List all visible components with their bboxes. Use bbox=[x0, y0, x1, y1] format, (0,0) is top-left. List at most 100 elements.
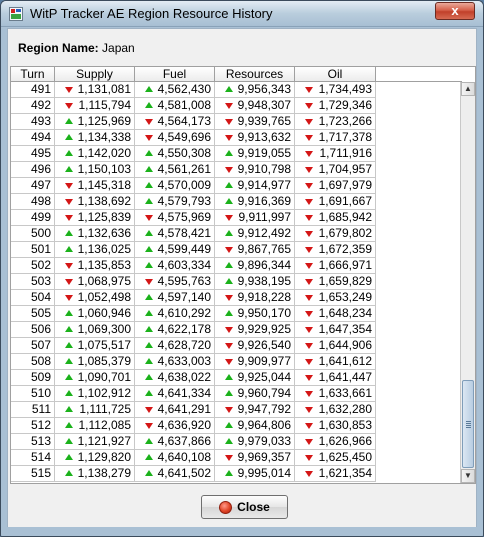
table-row[interactable]: 511 1,111,725 4,641,291 9,947,792 1,632,280 bbox=[11, 402, 376, 418]
column-header-turn[interactable]: Turn bbox=[11, 67, 55, 82]
table-row[interactable]: 508 1,085,379 4,633,003 9,909,977 1,641,612 bbox=[11, 354, 376, 370]
table-row[interactable]: 497 1,145,318 4,570,009 9,914,977 1,697,979 bbox=[11, 178, 376, 194]
down-arrow-icon bbox=[305, 247, 313, 253]
table-row[interactable]: 505 1,060,946 4,610,292 9,950,170 1,648,234 bbox=[11, 306, 376, 322]
cell-turn: 514 bbox=[11, 450, 55, 466]
down-arrow-icon bbox=[225, 247, 233, 253]
table-row[interactable]: 503 1,068,975 4,595,763 9,938,195 1,659,829 bbox=[11, 274, 376, 290]
cell-turn-value: 505 bbox=[30, 306, 51, 320]
cell-supply: 1,125,839 bbox=[55, 210, 135, 226]
cell-fuel-value: 4,641,334 bbox=[157, 386, 211, 400]
down-arrow-icon bbox=[65, 295, 73, 301]
table-row[interactable]: 493 1,125,969 4,564,173 9,939,765 1,723,266 bbox=[11, 114, 376, 130]
cell-turn-value: 513 bbox=[30, 434, 51, 448]
vertical-scrollbar[interactable]: ▲ ▼ bbox=[460, 82, 475, 483]
table-row[interactable]: 494 1,134,338 4,549,696 9,913,632 1,717,378 bbox=[11, 130, 376, 146]
table-row[interactable]: 512 1,112,085 4,636,920 9,964,806 1,630,853 bbox=[11, 418, 376, 434]
table-row[interactable]: 506 1,069,300 4,622,178 9,929,925 1,647,354 bbox=[11, 322, 376, 338]
cell-resources: 9,909,977 bbox=[215, 354, 295, 370]
scroll-up-button[interactable]: ▲ bbox=[461, 82, 475, 96]
cell-supply-value: 1,111,725 bbox=[79, 402, 131, 416]
column-header-resources[interactable]: Resources bbox=[215, 67, 295, 82]
up-arrow-icon bbox=[65, 118, 73, 124]
down-arrow-icon bbox=[65, 87, 73, 93]
cell-fuel-value: 4,581,008 bbox=[157, 98, 211, 112]
cell-turn-value: 496 bbox=[30, 162, 51, 176]
table-row[interactable]: 499 1,125,839 4,575,969 9,911,997 1,685,942 bbox=[11, 210, 376, 226]
cell-resources: 9,910,798 bbox=[215, 162, 295, 178]
cell-oil: 1,653,249 bbox=[295, 290, 376, 306]
down-arrow-icon bbox=[305, 359, 313, 365]
column-header-supply[interactable]: Supply bbox=[55, 67, 135, 82]
cell-oil-value: 1,666,971 bbox=[318, 258, 372, 272]
header-filler bbox=[376, 67, 462, 82]
table-row[interactable]: 491 1,131,081 4,562,430 9,956,343 1,734,493 bbox=[11, 82, 376, 98]
table-row[interactable]: 509 1,090,701 4,638,022 9,925,044 1,641,447 bbox=[11, 370, 376, 386]
cell-resources-value: 9,912,492 bbox=[237, 226, 291, 240]
down-arrow-icon bbox=[145, 423, 153, 429]
down-arrow-icon bbox=[225, 455, 233, 461]
cell-oil: 1,704,957 bbox=[295, 162, 376, 178]
cell-resources: 9,896,344 bbox=[215, 258, 295, 274]
cell-turn-value: 491 bbox=[30, 82, 51, 96]
cell-fuel: 4,570,009 bbox=[135, 178, 215, 194]
cell-turn: 496 bbox=[11, 162, 55, 178]
table-row[interactable]: 507 1,075,517 4,628,720 9,926,540 1,644,906 bbox=[11, 338, 376, 354]
up-arrow-icon bbox=[145, 390, 153, 396]
cell-resources-value: 9,950,170 bbox=[237, 306, 291, 320]
table-row[interactable]: 513 1,121,927 4,637,866 9,979,033 1,626,966 bbox=[11, 434, 376, 450]
cell-fuel-value: 4,595,763 bbox=[157, 274, 211, 288]
cell-supply: 1,135,853 bbox=[55, 258, 135, 274]
cell-turn: 505 bbox=[11, 306, 55, 322]
up-arrow-icon bbox=[225, 198, 233, 204]
cell-supply-value: 1,068,975 bbox=[77, 274, 131, 288]
cell-turn: 513 bbox=[11, 434, 55, 450]
window-close-button[interactable]: x bbox=[435, 2, 475, 20]
cell-oil-value: 1,685,942 bbox=[318, 210, 372, 224]
table-row[interactable]: 504 1,052,498 4,597,140 9,918,228 1,653,249 bbox=[11, 290, 376, 306]
cell-oil: 1,621,354 bbox=[295, 466, 376, 482]
table-row[interactable]: 510 1,102,912 4,641,334 9,960,794 1,633,661 bbox=[11, 386, 376, 402]
table-row[interactable]: 500 1,132,636 4,578,421 9,912,492 1,679,802 bbox=[11, 226, 376, 242]
cell-supply-value: 1,085,379 bbox=[77, 354, 131, 368]
cell-supply-value: 1,131,081 bbox=[77, 82, 131, 96]
table-row[interactable]: 495 1,142,020 4,550,308 9,919,055 1,711,916 bbox=[11, 146, 376, 162]
table-row[interactable]: 492 1,115,794 4,581,008 9,948,307 1,729,346 bbox=[11, 98, 376, 114]
cell-oil: 1,734,493 bbox=[295, 82, 376, 98]
cell-turn-value: 514 bbox=[30, 450, 51, 464]
scroll-thumb[interactable] bbox=[462, 380, 474, 468]
down-arrow-icon bbox=[65, 183, 73, 189]
cell-supply-value: 1,102,912 bbox=[77, 386, 131, 400]
table-row[interactable]: 502 1,135,853 4,603,334 9,896,344 1,666,971 bbox=[11, 258, 376, 274]
column-header-fuel[interactable]: Fuel bbox=[135, 67, 215, 82]
cell-supply: 1,121,927 bbox=[55, 434, 135, 450]
table-row[interactable]: 498 1,138,692 4,579,793 9,916,369 1,691,667 bbox=[11, 194, 376, 210]
up-arrow-icon bbox=[225, 278, 233, 284]
cell-fuel-value: 4,579,793 bbox=[157, 194, 211, 208]
down-arrow-icon bbox=[305, 151, 313, 157]
close-button[interactable]: Close bbox=[201, 495, 288, 519]
cell-turn-value: 510 bbox=[30, 386, 51, 400]
window-title: WitP Tracker AE Region Resource History bbox=[30, 6, 273, 21]
cell-oil: 1,644,906 bbox=[295, 338, 376, 354]
cell-supply: 1,075,517 bbox=[55, 338, 135, 354]
column-header-oil[interactable]: Oil bbox=[295, 67, 376, 82]
cell-turn-value: 507 bbox=[30, 338, 51, 352]
table-row[interactable]: 515 1,138,279 4,641,502 9,995,014 1,621,354 bbox=[11, 466, 376, 482]
cell-oil: 1,641,447 bbox=[295, 370, 376, 386]
up-arrow-icon bbox=[65, 134, 73, 140]
scroll-down-button[interactable]: ▼ bbox=[461, 469, 475, 483]
cell-fuel: 4,641,502 bbox=[135, 466, 215, 482]
table-row[interactable]: 514 1,129,820 4,640,108 9,969,357 1,625,450 bbox=[11, 450, 376, 466]
cell-fuel: 4,637,866 bbox=[135, 434, 215, 450]
table-row[interactable]: 501 1,136,025 4,599,449 9,867,765 1,672,359 bbox=[11, 242, 376, 258]
down-arrow-icon bbox=[305, 311, 313, 317]
cell-turn: 511 bbox=[11, 402, 55, 418]
table-row[interactable]: 496 1,150,103 4,561,261 9,910,798 1,704,957 bbox=[11, 162, 376, 178]
cell-turn: 491 bbox=[11, 82, 55, 98]
dialog-content: Region Name: Japan Turn Supply Fuel Reso… bbox=[7, 28, 477, 529]
cell-oil: 1,626,966 bbox=[295, 434, 376, 450]
title-bar[interactable]: WitP Tracker AE Region Resource History … bbox=[1, 1, 483, 27]
cell-supply-value: 1,112,085 bbox=[78, 418, 132, 432]
cell-oil: 1,717,378 bbox=[295, 130, 376, 146]
